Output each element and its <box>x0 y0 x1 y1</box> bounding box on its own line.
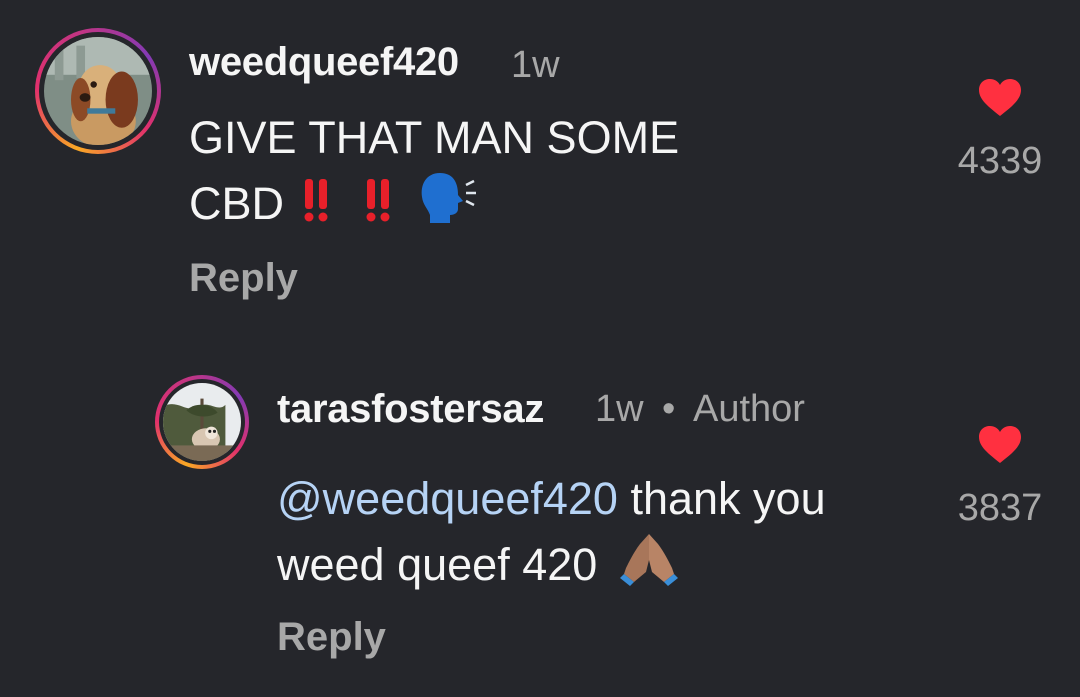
avatar[interactable] <box>155 375 249 469</box>
dog-outdoor-avatar-icon <box>163 383 241 461</box>
avatar[interactable] <box>35 28 161 154</box>
like-column: 4339 <box>940 78 1060 183</box>
comment-1: weedqueef420 1w GIVE THAT MAN SOME CBD R… <box>0 0 1080 320</box>
reply-button[interactable]: Reply <box>277 615 386 660</box>
lady-dog-avatar-icon <box>44 37 152 145</box>
comment-timestamp: 1w <box>595 388 644 430</box>
double-exclamation-icon <box>366 179 390 222</box>
speaking-head-icon <box>421 173 476 223</box>
heart-icon[interactable] <box>977 78 1023 118</box>
double-exclamation-icon <box>304 179 328 222</box>
author-badge: Author <box>693 388 805 430</box>
comment-timestamp: 1w <box>511 44 560 86</box>
comment-text-line1: thank you <box>617 473 826 524</box>
comment-2: tarasfostersaz 1w • Author @weedqueef420… <box>0 350 1080 697</box>
folded-hands-icon <box>619 534 678 586</box>
heart-icon[interactable] <box>977 425 1023 465</box>
like-count: 3837 <box>957 487 1043 529</box>
reply-button[interactable]: Reply <box>189 256 298 301</box>
mention-link[interactable]: @weedqueef420 <box>277 473 618 524</box>
comment-username[interactable]: weedqueef420 <box>189 40 459 85</box>
meta-separator: • <box>662 388 676 430</box>
comment-text: @weedqueef420 thank you weed queef 420 <box>277 468 937 596</box>
comment-username[interactable]: tarasfostersaz <box>277 387 544 432</box>
comment-text-line2: CBD <box>189 178 285 229</box>
like-column: 3837 <box>940 425 1060 530</box>
comment-text-line2: weed queef 420 <box>277 539 598 590</box>
comment-text-line1: GIVE THAT MAN SOME <box>189 112 680 163</box>
comments-thread: weedqueef420 1w GIVE THAT MAN SOME CBD R… <box>0 0 1080 697</box>
like-count: 4339 <box>957 140 1043 182</box>
comment-text: GIVE THAT MAN SOME CBD <box>189 107 829 235</box>
